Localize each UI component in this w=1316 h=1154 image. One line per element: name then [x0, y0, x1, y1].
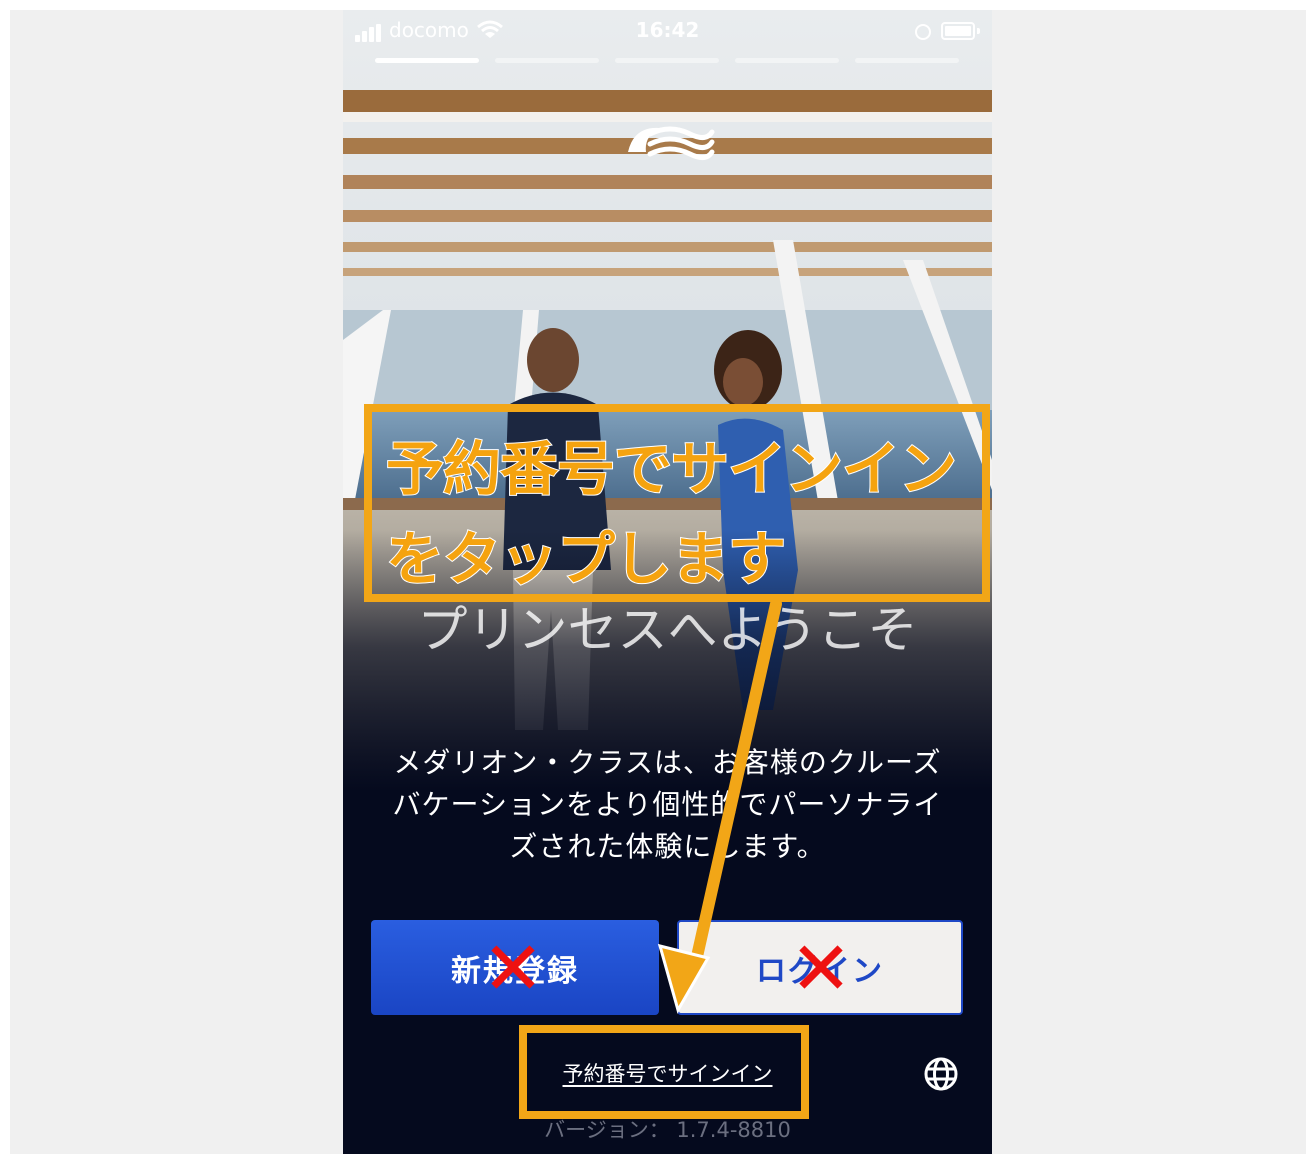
red-x-mark-icon: ✕ [482, 926, 545, 1012]
battery-tip [977, 28, 980, 34]
status-bar: docomo 16:42 [343, 16, 992, 46]
welcome-description: メダリオン・クラスは、お客様のクルーズバケーションをより個性的でパーソナライズさ… [392, 746, 943, 863]
annotation-line-2: をタップします [385, 524, 787, 594]
annotation-line-1: 予約番号でサインイン [385, 434, 958, 504]
progress-segment-1 [375, 58, 479, 63]
annotation-highlight-box [519, 1025, 809, 1119]
battery-icon [941, 22, 975, 40]
progress-segment-4 [735, 58, 839, 63]
onboarding-progress [375, 58, 961, 64]
annotation-callout-text: 予約番号でサインイン をタップします [385, 424, 976, 604]
progress-segment-3 [615, 58, 719, 63]
red-x-mark-icon: ✕ [790, 926, 853, 1012]
princess-seawitch-logo-icon [628, 126, 715, 160]
globe-icon[interactable] [923, 1056, 959, 1092]
progress-segment-5 [855, 58, 959, 63]
status-time: 16:42 [635, 18, 700, 42]
rotation-lock-icon [915, 24, 931, 40]
progress-segment-2 [495, 58, 599, 63]
